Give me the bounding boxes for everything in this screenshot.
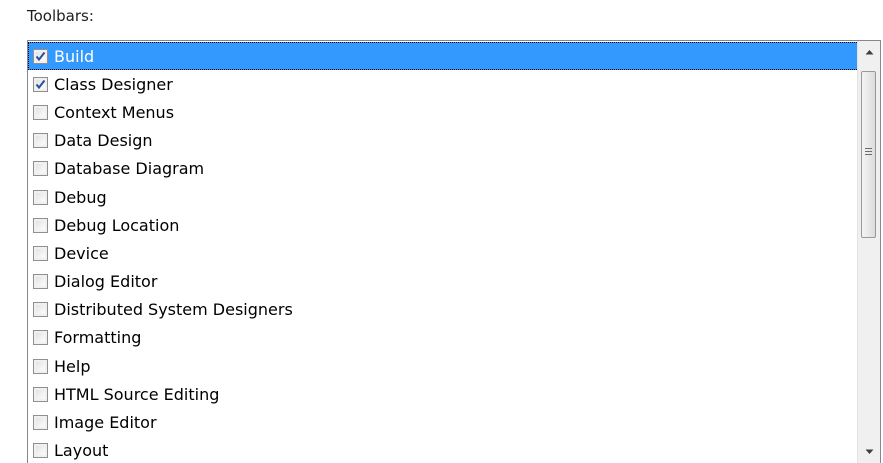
- check-icon: [35, 79, 46, 89]
- vertical-scrollbar[interactable]: [857, 41, 880, 463]
- checkbox[interactable]: [33, 189, 48, 205]
- checkbox[interactable]: [33, 415, 48, 431]
- checkbox[interactable]: [33, 330, 48, 346]
- checkbox[interactable]: [33, 358, 48, 374]
- checkbox[interactable]: [33, 104, 48, 120]
- toolbars-label: Toolbars:: [27, 7, 94, 25]
- toolbar-item-class-designer[interactable]: Class Designer: [28, 70, 859, 98]
- checkbox[interactable]: [33, 245, 48, 261]
- toolbar-item-debug[interactable]: Debug: [28, 183, 859, 211]
- toolbar-item-html-source-editing[interactable]: HTML Source Editing: [28, 380, 859, 408]
- toolbar-item-label: Database Diagram: [54, 159, 205, 179]
- toolbar-item-label: Layout: [54, 441, 109, 461]
- toolbar-item-dialog-editor[interactable]: Dialog Editor: [28, 268, 859, 296]
- scroll-down-button[interactable]: [858, 441, 880, 463]
- check-icon: [35, 51, 46, 61]
- toolbar-item-distributed-system-designers[interactable]: Distributed System Designers: [28, 296, 859, 324]
- toolbar-item-formatting[interactable]: Formatting: [28, 324, 859, 352]
- toolbar-item-label: HTML Source Editing: [54, 384, 220, 404]
- toolbar-item-image-editor[interactable]: Image Editor: [28, 408, 859, 436]
- toolbars-items: Build Class Designer Context Menus Data …: [28, 42, 859, 463]
- toolbar-item-label: Dialog Editor: [54, 272, 158, 292]
- toolbar-item-label: Class Designer: [54, 74, 173, 94]
- toolbar-item-label: Data Design: [54, 131, 153, 151]
- toolbars-checklist[interactable]: Build Class Designer Context Menus Data …: [27, 40, 881, 463]
- toolbar-item-context-menus[interactable]: Context Menus: [28, 98, 859, 126]
- scrollbar-thumb[interactable]: [861, 71, 876, 238]
- toolbar-item-label: Debug Location: [54, 215, 180, 235]
- toolbar-item-build[interactable]: Build: [28, 42, 859, 71]
- arrow-down-icon: [865, 449, 873, 454]
- toolbar-item-label: Context Menus: [54, 102, 175, 122]
- toolbar-item-data-design[interactable]: Data Design: [28, 127, 859, 155]
- arrow-up-icon: [865, 50, 873, 55]
- scroll-up-button[interactable]: [858, 41, 880, 63]
- toolbar-item-layout[interactable]: Layout: [28, 437, 859, 463]
- checkbox[interactable]: [33, 48, 48, 64]
- toolbar-item-label: Distributed System Designers: [54, 300, 293, 320]
- checkbox[interactable]: [33, 274, 48, 290]
- checkbox[interactable]: [33, 161, 48, 177]
- toolbar-item-label: Formatting: [54, 328, 142, 348]
- grip-icon: [865, 148, 872, 157]
- checkbox[interactable]: [33, 386, 48, 402]
- toolbar-item-label: Help: [54, 356, 91, 376]
- toolbar-item-debug-location[interactable]: Debug Location: [28, 211, 859, 239]
- checkbox[interactable]: [33, 302, 48, 318]
- checkbox[interactable]: [33, 443, 48, 459]
- toolbar-item-database-diagram[interactable]: Database Diagram: [28, 155, 859, 183]
- toolbar-item-help[interactable]: Help: [28, 352, 859, 380]
- checkbox[interactable]: [33, 133, 48, 149]
- toolbar-item-label: Debug: [54, 187, 107, 207]
- checkbox[interactable]: [33, 217, 48, 233]
- toolbar-item-label: Image Editor: [54, 413, 157, 433]
- toolbar-item-label: Device: [54, 243, 109, 263]
- checkbox[interactable]: [33, 76, 48, 92]
- toolbar-item-device[interactable]: Device: [28, 239, 859, 267]
- toolbar-item-label: Build: [54, 46, 95, 66]
